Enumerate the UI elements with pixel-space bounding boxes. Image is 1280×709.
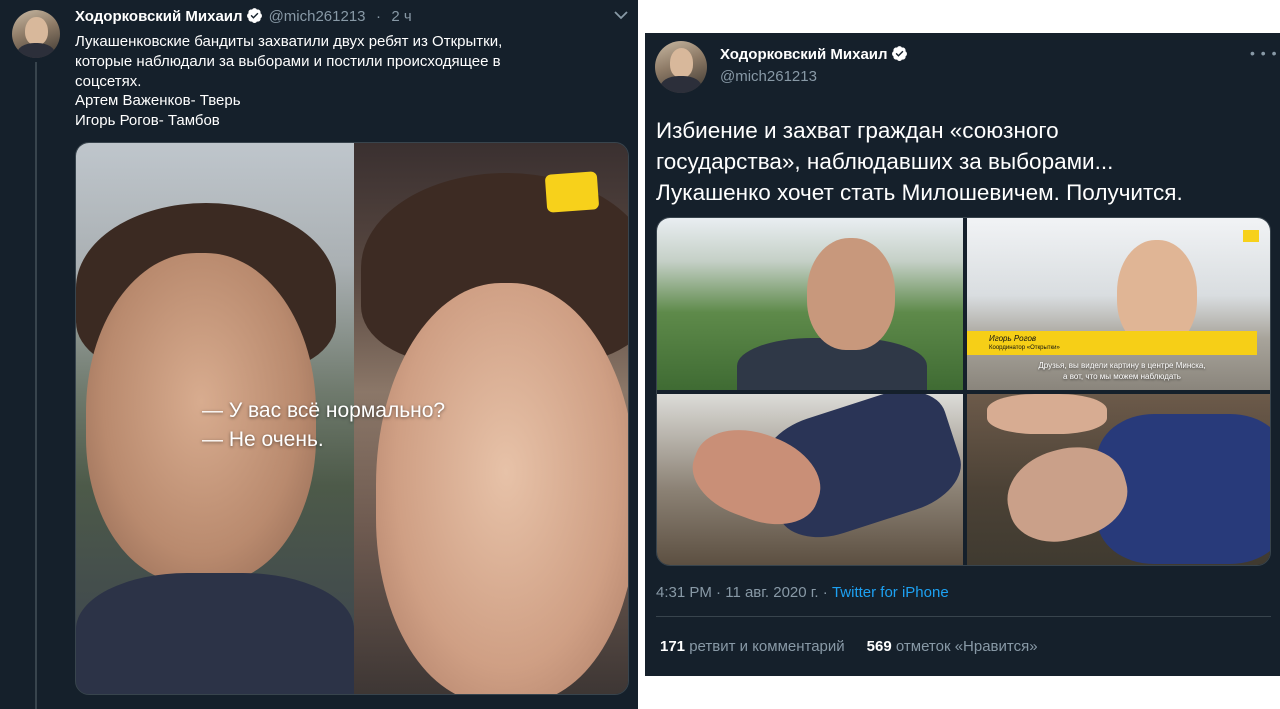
avatar-head [669,48,694,79]
caption-quote-line: а вот, что мы можем наблюдать [1063,372,1181,381]
tweet-time[interactable]: 4:31 PM [656,584,712,601]
tweet-photo-grid: Игорь Рогов Координатор «Открытки» Друзь… [656,217,1271,566]
subtitle-line: — Не очень. [202,428,324,451]
tweet-meta: 4:31 PM · 11 авг. 2020 г. · Twitter for … [656,584,949,601]
tweet-date[interactable]: 11 авг. 2020 г. [725,584,818,601]
subtitle-line: — У вас всё нормально? [202,399,446,422]
likes-stat[interactable]: 569 отметок «Нравится» [867,638,1038,655]
left-tweet: Ходорковский Михаил @mich261213 · 2 ч Лук… [0,0,638,709]
logo-mark [1243,230,1259,242]
retweets-stat[interactable]: 171 ретвит и комментарий [660,638,845,655]
tweet-source-link[interactable]: Twitter for iPhone [832,584,949,601]
tweet-header: Ходорковский Михаил @mich261213 · 2 ч [75,7,412,26]
tweet-stats: 171 ретвит и комментарий 569 отметок «Нра… [660,638,1038,655]
tweet-text: Избиение и захват граждан «союзного госу… [656,115,1271,208]
author-avatar[interactable] [12,10,60,58]
author-name[interactable]: Ходорковский Михаил [75,8,243,25]
photo-4[interactable] [967,394,1270,565]
divider [656,616,1271,617]
verified-icon [891,46,907,61]
tweet-text: Лукашенковские бандиты захватили двух ре… [75,32,620,131]
avatar-body [16,42,56,58]
tweet-text-line: Игорь Рогов- Тамбов [75,112,220,130]
tweet-text-line: Лукашенко хочет стать Милошевичем. Получ… [656,180,1183,205]
author-avatar[interactable] [655,41,707,93]
tweet-text-line: соцсетях. [75,72,142,90]
separator-dot: · [716,584,722,601]
caption-name: Игорь Рогов [989,334,1037,343]
tweet-video[interactable]: — У вас всё нормально? — Не очень. [75,142,629,695]
avatar-body [660,76,702,93]
photo-2[interactable]: Игорь Рогов Координатор «Открытки» Друзь… [967,218,1270,390]
tweet-time[interactable]: 2 ч [391,8,411,25]
chevron-down-icon[interactable] [614,10,628,20]
tweet-text-line: которые наблюдали за выборами и постили … [75,52,501,70]
hand [987,394,1107,434]
thread-line [35,62,37,709]
author-name[interactable]: Ходорковский Михаил [720,46,888,63]
tweet-text-line: Лукашенковские бандиты захватили двух ре… [75,33,503,50]
separator-dot: · [375,8,381,25]
right-tweet: Ходорковский Михаил @mich261213 • • • Из… [645,33,1280,676]
photo-1[interactable] [657,218,963,390]
caption-quote: Друзья, вы видели картину в центре Минск… [987,360,1257,382]
person-shirt [76,573,354,694]
avatar-head [25,16,48,45]
verified-icon [246,8,262,23]
separator-dot: · [822,584,828,601]
retweets-count: 171 [660,638,686,655]
caption-role: Координатор «Открытки» [989,345,1060,351]
tweet-text-line: Артем Важенков- Тверь [75,92,241,110]
logo-mark [544,171,600,213]
author-handle[interactable]: @mich261213 [720,68,908,85]
video-subtitles: — У вас всё нормально? — Не очень. [202,396,445,454]
tweet-header: Ходорковский Михаил @mich261213 [720,45,908,85]
author-handle[interactable]: @mich261213 [269,8,366,25]
likes-count: 569 [866,638,892,655]
person-face [376,283,628,694]
retweets-label: ретвит и комментарий [689,638,845,655]
person-face [807,238,895,350]
tweet-text-line: Избиение и захват граждан «союзного [656,118,1059,143]
tweet-text-line: государства», наблюдавших за выборами... [656,149,1114,174]
photo-3[interactable] [657,394,963,565]
caption-quote-line: Друзья, вы видели картину в центре Минск… [1038,361,1206,370]
likes-label: отметок «Нравится» [895,638,1038,655]
more-dots-icon[interactable]: • • • [1250,45,1277,61]
